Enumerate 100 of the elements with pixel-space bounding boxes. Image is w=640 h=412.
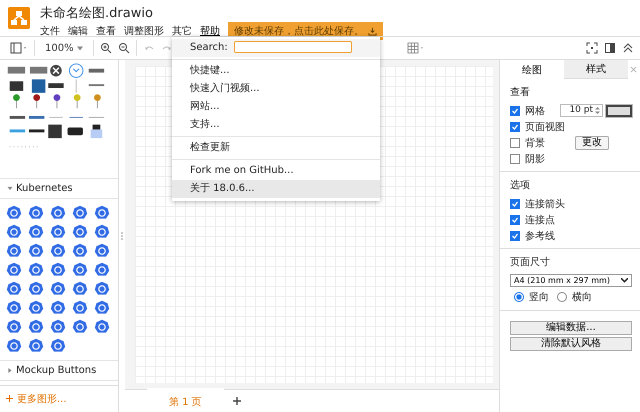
kubernetes-shape-icon[interactable] bbox=[28, 319, 44, 335]
radio-button[interactable] bbox=[557, 292, 567, 302]
sidebar-section-header[interactable]: Kubernetes bbox=[0, 178, 118, 199]
kubernetes-shape-icon[interactable] bbox=[50, 224, 66, 240]
menu-item[interactable]: 帮助 bbox=[200, 23, 220, 39]
download-icon bbox=[368, 26, 377, 36]
kubernetes-shape-icon[interactable] bbox=[28, 338, 44, 354]
kubernetes-shape-icon[interactable] bbox=[94, 319, 110, 335]
kubernetes-shape-icon[interactable] bbox=[6, 338, 22, 354]
search-label: Search: bbox=[190, 42, 228, 52]
collapse-icon[interactable] bbox=[622, 42, 634, 54]
kubernetes-shape-icon[interactable] bbox=[94, 262, 110, 278]
kubernetes-shape-icon[interactable] bbox=[50, 338, 66, 354]
menu-item[interactable]: 支持... bbox=[172, 116, 380, 134]
sidebar-section-header[interactable]: Mockup Buttons bbox=[0, 360, 118, 381]
caret-icon bbox=[7, 186, 13, 191]
menu-item[interactable]: Fork me on GitHub... bbox=[172, 162, 380, 180]
checkbox-label: 页面视图 bbox=[525, 120, 565, 134]
checkbox[interactable] bbox=[510, 154, 520, 164]
checkbox-label: 连接点 bbox=[525, 214, 555, 226]
page-size-dropdown[interactable]: A4 (210 mm x 297 mm) bbox=[510, 274, 632, 287]
kubernetes-shape-icon[interactable] bbox=[72, 243, 88, 259]
kubernetes-shape-icon[interactable] bbox=[50, 319, 66, 335]
kubernetes-shape-icon[interactable] bbox=[28, 300, 44, 316]
kubernetes-shape-icon[interactable] bbox=[6, 281, 22, 297]
spinner-icon[interactable] bbox=[595, 106, 600, 115]
kubernetes-shape-icon[interactable] bbox=[28, 281, 44, 297]
kubernetes-shape-icon[interactable] bbox=[72, 262, 88, 278]
kubernetes-shape-icon[interactable] bbox=[72, 205, 88, 221]
checkbox[interactable] bbox=[510, 214, 520, 224]
checkbox[interactable] bbox=[510, 138, 520, 148]
kubernetes-shape-icon[interactable] bbox=[72, 224, 88, 240]
kubernetes-shape-icon[interactable] bbox=[6, 243, 22, 259]
checkbox[interactable] bbox=[510, 122, 520, 132]
panel-button[interactable]: 清除默认风格 bbox=[510, 337, 632, 351]
kubernetes-shape-icon[interactable] bbox=[50, 281, 66, 297]
fullscreen-icon[interactable] bbox=[586, 42, 598, 54]
kubernetes-shape-icon[interactable] bbox=[72, 319, 88, 335]
section-title: 页面尺寸 bbox=[510, 256, 551, 269]
menu-item[interactable]: 调整图形 bbox=[124, 23, 164, 39]
menu-item[interactable]: 网站... bbox=[172, 98, 380, 116]
kubernetes-shape-icon[interactable] bbox=[50, 300, 66, 316]
format-panel-icon[interactable] bbox=[604, 42, 616, 54]
grid-size-field[interactable]: 10 pt bbox=[560, 104, 603, 117]
panel-button[interactable]: 编辑数据... bbox=[510, 321, 632, 335]
grid-color-swatch[interactable] bbox=[606, 104, 632, 116]
kubernetes-shape-icon[interactable] bbox=[72, 300, 88, 316]
kubernetes-shape-icon[interactable] bbox=[94, 300, 110, 316]
section-title: 选项 bbox=[510, 178, 531, 192]
checkbox[interactable] bbox=[510, 230, 520, 240]
kubernetes-shape-icon[interactable] bbox=[94, 243, 110, 259]
menu-item[interactable]: 编辑 bbox=[68, 23, 88, 39]
caret-icon bbox=[7, 368, 13, 373]
kubernetes-shape-icon[interactable] bbox=[50, 262, 66, 278]
checkbox-label: 参考线 bbox=[525, 230, 555, 242]
kubernetes-shape-icon[interactable] bbox=[94, 205, 110, 221]
kubernetes-shape-icon[interactable] bbox=[28, 243, 44, 259]
panel-layout-icon[interactable] bbox=[10, 42, 28, 54]
kubernetes-shape-icon[interactable] bbox=[6, 224, 22, 240]
menu-item[interactable]: 检查更新 bbox=[172, 139, 380, 157]
checkbox-label: 背景 bbox=[525, 136, 545, 150]
kubernetes-shape-icon[interactable] bbox=[28, 224, 44, 240]
menu-item[interactable]: 快捷键... bbox=[172, 62, 380, 80]
checkbox-label: 连接箭头 bbox=[525, 198, 565, 210]
checkbox[interactable] bbox=[510, 198, 520, 208]
menu-item[interactable]: 文件 bbox=[40, 23, 60, 39]
kubernetes-shape-icon[interactable] bbox=[28, 205, 44, 221]
checkbox[interactable] bbox=[510, 106, 520, 116]
zoom-in-icon[interactable] bbox=[100, 42, 112, 54]
plus-icon bbox=[6, 395, 13, 402]
grid-icon[interactable] bbox=[406, 42, 425, 54]
splitter-handle[interactable] bbox=[121, 232, 123, 240]
chevron-down-icon bbox=[621, 278, 628, 283]
kubernetes-shape-icon[interactable] bbox=[94, 224, 110, 240]
kubernetes-shape-icon[interactable] bbox=[94, 281, 110, 297]
zoom-out-icon[interactable] bbox=[118, 42, 130, 54]
kubernetes-shape-icon[interactable] bbox=[6, 205, 22, 221]
kubernetes-shape-icon[interactable] bbox=[50, 205, 66, 221]
radio-button[interactable] bbox=[514, 292, 524, 302]
menu-item[interactable]: 查看 bbox=[96, 23, 116, 39]
kubernetes-shape-icon[interactable] bbox=[28, 262, 44, 278]
kubernetes-shape-icon[interactable] bbox=[6, 300, 22, 316]
kubernetes-shape-icon[interactable] bbox=[72, 281, 88, 297]
menu-item[interactable]: 其它 bbox=[172, 23, 192, 39]
kubernetes-shape-icon[interactable] bbox=[6, 262, 22, 278]
caret-icon bbox=[76, 46, 83, 50]
zoom-dropdown[interactable]: 100% bbox=[41, 42, 87, 54]
radio-label: 横向 bbox=[572, 290, 592, 304]
app-logo-icon bbox=[8, 7, 30, 29]
kubernetes-shape-icon[interactable] bbox=[50, 243, 66, 259]
kubernetes-shape-icon[interactable] bbox=[6, 319, 22, 335]
menu-item[interactable]: 关于 18.0.6... bbox=[172, 180, 380, 198]
menu-item[interactable]: 快速入门视频... bbox=[172, 80, 380, 98]
search-field[interactable] bbox=[234, 41, 352, 53]
checkbox-label: 阴影 bbox=[525, 152, 545, 166]
change-background-button[interactable]: 更改 bbox=[575, 136, 609, 150]
panel-tab[interactable]: 样式 bbox=[564, 60, 628, 79]
add-page-icon[interactable] bbox=[232, 396, 242, 406]
radio-label: 竖向 bbox=[529, 291, 549, 304]
checkbox-label: 网格 bbox=[525, 104, 545, 118]
